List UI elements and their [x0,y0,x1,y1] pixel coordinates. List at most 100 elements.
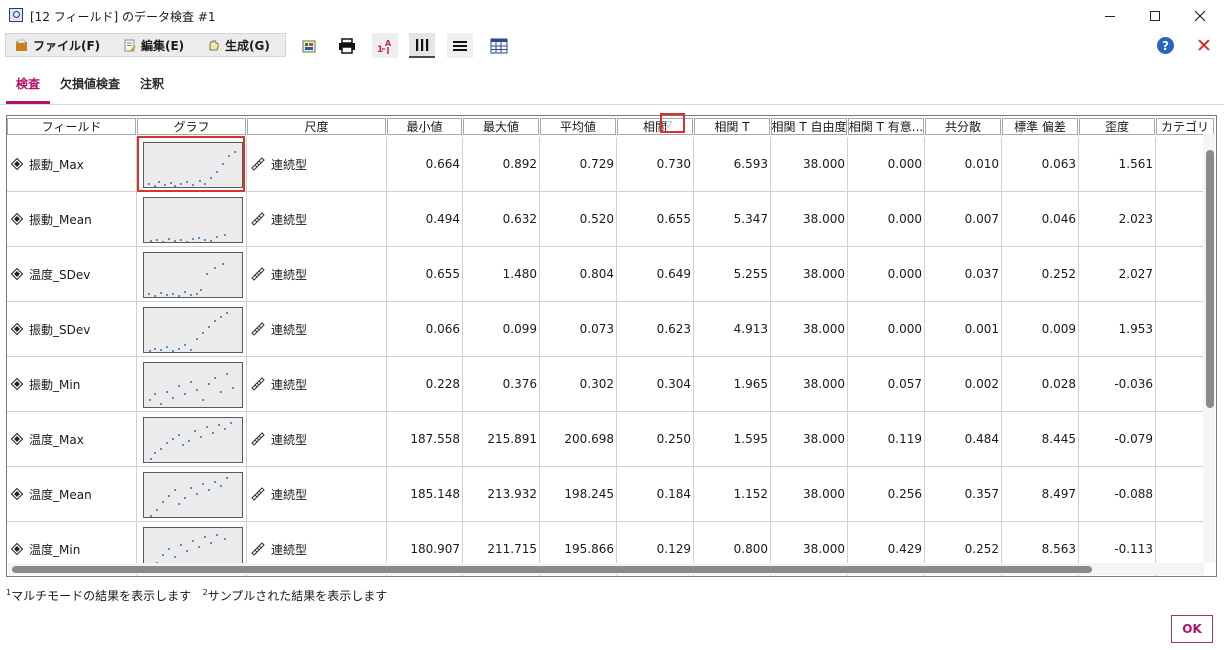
column-header[interactable]: 共分散 [925,118,1001,135]
column-header[interactable]: 最小値 [387,118,462,135]
measure-label: 連続型 [271,542,308,557]
close-icon [1194,10,1206,22]
value-cell: 0.892 [463,137,540,191]
vertical-scroll-thumb[interactable] [1206,150,1214,408]
measure-cell: 連続型 [247,192,387,246]
table-row[interactable]: 温度_SDev 連続型 0.655 1.480 0.804 0.649 5.255 38.00… [7,247,1205,302]
scatter-thumbnail[interactable] [143,197,243,243]
table-row[interactable]: 振動_SDev 連続型 0.066 0.099 0.073 0.623 4.913 38.00… [7,302,1205,357]
horizontal-scroll-thumb[interactable] [12,566,1092,573]
value-cell: 0.000 [848,192,925,246]
print-button[interactable] [334,33,360,58]
sort-button[interactable]: 1A [372,33,398,58]
scatter-thumbnail-plot [150,477,228,517]
scatter-thumbnail[interactable] [143,307,243,353]
maximize-button[interactable] [1132,0,1178,32]
value-cell: 0.001 [925,302,1002,356]
table-row[interactable]: 温度_Max 連続型 187.558 215.891 200.698 0.250 1.595… [7,412,1205,467]
value-cell: 0.655 [617,192,694,246]
value-cell: 0.250 [617,412,694,466]
column-header[interactable]: 相関 T 自由度 [771,118,847,135]
column-header[interactable]: グラフ [137,118,246,135]
graph-cell[interactable] [137,247,247,301]
value-cell: 0.063 [1002,137,1079,191]
generate-icon [209,39,219,50]
value-cell: 38.000 [771,357,848,411]
value-cell: 38.000 [771,412,848,466]
ok-button[interactable]: OK [1171,615,1213,643]
value-cell: 0.009 [1002,302,1079,356]
ruler-icon [251,157,265,171]
graph-cell[interactable] [137,467,247,521]
list-view-button[interactable] [447,33,473,58]
column-header[interactable]: 相関 T 有意... [848,118,924,135]
sort-icon: 1A [377,39,392,55]
value-cell: 0.520 [540,192,617,246]
continuous-field-icon [11,323,23,335]
field-cell: 温度_SDev [7,247,137,301]
continuous-field-icon [11,543,23,555]
field-cell: 振動_SDev [7,302,137,356]
graph-cell[interactable] [137,412,247,466]
export-button[interactable] [296,33,322,58]
tab-annotation[interactable]: 注釈 [140,75,164,95]
continuous-field-icon [11,158,23,170]
help-icon[interactable]: ? [1157,37,1174,54]
tab-audit[interactable]: 検査 [16,75,40,95]
value-cell: 0.000 [848,247,925,301]
measure-cell: 連続型 [247,467,387,521]
value-cell: 0.119 [848,412,925,466]
export-icon [302,40,316,52]
column-header[interactable]: 尺度 [247,118,386,135]
scatter-thumbnail[interactable] [143,252,243,298]
table-view-button[interactable] [486,33,512,58]
minimize-button[interactable] [1087,0,1133,32]
column-header[interactable]: 平均値 [540,118,616,135]
menu-bar: ファイル(F) 編集(E) 生成(G) [5,33,286,57]
value-cell: 0.057 [848,357,925,411]
ruler-icon [251,212,265,226]
columns-view-button[interactable] [409,33,435,58]
value-cell: 0.655 [387,247,463,301]
column-header[interactable]: 標準 偏差 [1002,118,1078,135]
scatter-thumbnail-plot [150,234,226,243]
window-title: [12 フィールド] のデータ検査 #1 [30,10,216,24]
window-close-button[interactable] [1177,0,1223,32]
scatter-thumbnail[interactable] [143,472,243,518]
scatter-thumbnail[interactable] [143,417,243,463]
table-row[interactable]: 振動_Min 連続型 0.228 0.376 0.302 0.304 1.965 38.000… [7,357,1205,412]
value-cell: 38.000 [771,247,848,301]
scatter-thumbnail[interactable] [143,362,243,408]
table-row[interactable]: 温度_Mean 連続型 185.148 213.932 198.245 0.184 1.15… [7,467,1205,522]
graph-cell[interactable] [137,302,247,356]
menu-file[interactable]: ファイル(F) [15,34,100,56]
column-header[interactable]: フィールド [7,118,136,135]
value-cell: 1.965 [694,357,771,411]
value-cell: 0.002 [925,357,1002,411]
graph-cell[interactable] [137,192,247,246]
tab-missing-values[interactable]: 欠損値検査 [60,75,120,95]
menu-generate[interactable]: 生成(G) [207,34,270,56]
value-cell: 38.000 [771,192,848,246]
edit-icon [124,39,136,52]
column-header[interactable]: 最大値 [463,118,539,135]
svg-text:A: A [385,39,392,48]
value-cell: 1.480 [463,247,540,301]
column-header[interactable]: 歪度 [1079,118,1155,135]
ruler-icon [251,542,265,556]
sort-highlight [660,113,685,133]
continuous-field-icon [11,488,23,500]
graph-cell[interactable] [137,357,247,411]
column-header[interactable]: カテゴリ [1156,118,1214,135]
measure-cell: 連続型 [247,412,387,466]
value-cell: 198.245 [540,467,617,521]
table-row[interactable]: 振動_Mean 連続型 0.494 0.632 0.520 0.655 5.347 38.00… [7,192,1205,247]
close-icon[interactable]: ✕ [1196,35,1212,57]
menu-edit[interactable]: 編集(E) [123,34,184,56]
value-cell: 0.376 [463,357,540,411]
measure-label: 連続型 [271,322,308,337]
column-header[interactable]: 相関 T [694,118,770,135]
value-cell: 0.664 [387,137,463,191]
scatter-thumbnail-plot [149,373,234,405]
field-name: 温度_SDev [29,267,91,282]
